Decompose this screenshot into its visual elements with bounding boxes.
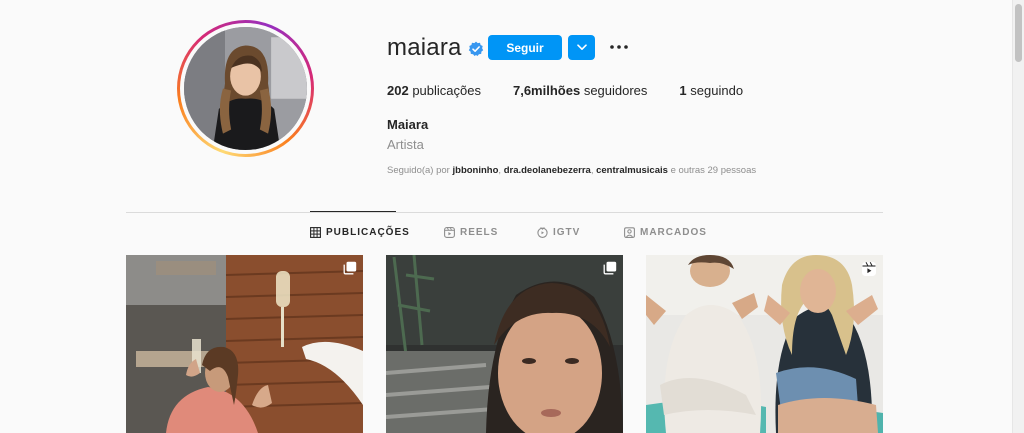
post-thumbnail[interactable] [646,255,883,433]
followed-by-prefix: Seguido(a) por [387,165,450,176]
follow-button[interactable]: Seguir [488,35,562,60]
followed-by-user[interactable]: centralmusicais [596,165,668,176]
tab-igtv-label: IGTV [553,227,581,238]
avatar[interactable] [184,27,307,150]
tab-posts[interactable]: PUBLICAÇÕES [310,227,410,238]
followers-count-link[interactable]: 7,6milhões seguidores [513,83,647,98]
followed-by-user[interactable]: jbboninho [453,165,499,176]
active-tab-indicator [310,211,396,212]
followed-by-user[interactable]: dra.deolanebezerra [504,165,591,176]
followed-by-separator: , [498,165,502,176]
posts-count: 202 [387,83,409,98]
post-image-selfie [386,255,623,433]
post-image-toast [126,255,363,433]
followed-by-text[interactable]: Seguido(a) por jbboninho, dra.deolanebez… [387,165,756,176]
tab-tagged-label: MARCADOS [640,227,707,238]
following-label: seguindo [690,83,744,98]
followed-by-suffix: e outras 29 pessoas [670,165,757,176]
followed-by-separator: , [590,165,594,176]
tab-posts-label: PUBLICAÇÕES [326,227,410,238]
page-scrollbar[interactable] [1012,0,1024,433]
following-count: 1 [679,83,687,98]
post-thumbnail[interactable] [126,255,363,433]
followers-count: 7,6milhões [512,83,581,98]
followers-label: seguidores [583,83,648,98]
profile-stats: 202 publicações 7,6milhões seguidores 1 … [387,83,775,98]
tab-reels[interactable]: REELS [444,227,498,238]
suggested-accounts-dropdown-button[interactable] [568,35,595,60]
profile-avatar-story-ring[interactable] [177,20,314,157]
tab-igtv[interactable]: IGTV [537,227,580,238]
scrollbar-thumb[interactable] [1015,4,1022,62]
reels-icon [444,227,455,238]
tab-tagged[interactable]: MARCADOS [624,227,707,238]
username: maiara [387,34,462,61]
more-options-button[interactable] [607,38,631,56]
tagged-icon [624,227,635,238]
more-dots-icon [610,45,628,49]
username-row: maiara [387,34,484,62]
carousel-icon [343,261,357,275]
verified-badge-icon [468,41,483,56]
grid-icon [310,227,321,238]
full-name: Maiara [387,117,429,132]
following-count-link[interactable]: 1 seguindo [679,83,743,98]
profile-category: Artista [387,137,424,152]
igtv-icon [537,227,548,238]
post-thumbnail[interactable] [386,255,623,433]
posts-label: publicações [412,83,481,98]
avatar-photo [184,27,307,150]
chevron-down-icon [576,44,587,50]
tab-reels-label: REELS [460,227,499,238]
post-image-two-women [646,255,883,433]
reels-icon [862,262,876,276]
carousel-icon [603,261,617,275]
posts-count-stat: 202 publicações [387,83,481,98]
tabs-divider [126,212,883,213]
